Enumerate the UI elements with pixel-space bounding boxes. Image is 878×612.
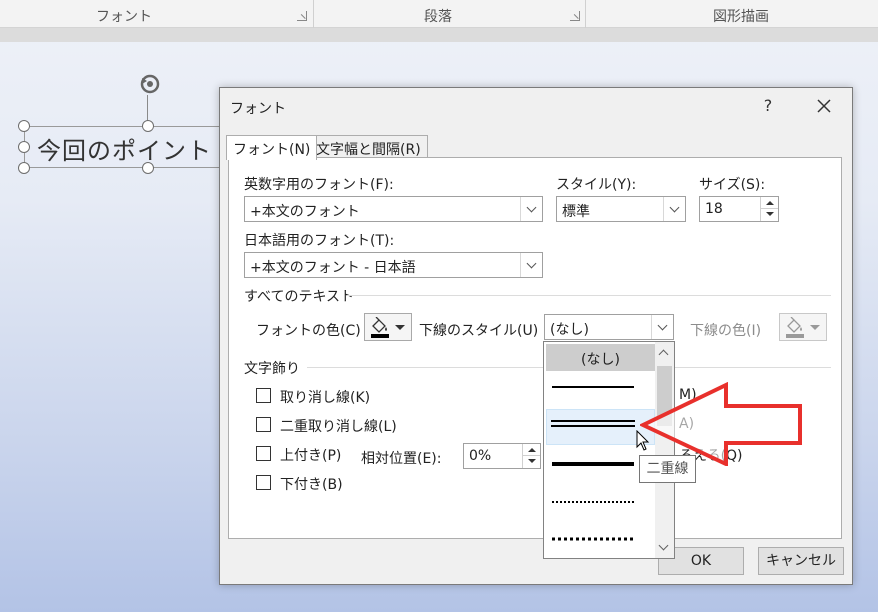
size-spinner[interactable]: 18 — [699, 196, 779, 222]
offset-spin-buttons — [522, 444, 540, 468]
subscript-checkbox[interactable] — [256, 475, 271, 490]
slide-text-box[interactable]: 今回のポイント — [24, 126, 220, 168]
dropdown-arrow-icon — [395, 325, 405, 330]
offset-value[interactable]: 0% — [469, 448, 491, 464]
close-icon[interactable] — [812, 94, 836, 118]
underline-style-value: (なし) — [550, 322, 589, 338]
dialog-title: フォント — [230, 101, 286, 117]
scroll-down-icon[interactable] — [658, 540, 669, 551]
resize-handle[interactable] — [18, 141, 30, 153]
offset-label: 相対位置(E): — [361, 451, 442, 467]
font-color-swatch — [371, 334, 389, 338]
style-label: スタイル(Y): — [556, 177, 637, 193]
underline-option-dotted-heavy[interactable] — [546, 522, 655, 558]
annotation-arrow-icon — [640, 382, 802, 466]
latin-font-label: 英数字用のフォント(F): — [244, 177, 394, 193]
all-text-heading: すべてのテキスト — [244, 289, 355, 305]
asian-font-label: 日本語用のフォント(T): — [244, 233, 395, 249]
underline-style-combo[interactable]: (なし) — [544, 314, 674, 340]
heavy-dotted-line-icon — [552, 537, 634, 541]
font-dialog-launcher-icon[interactable] — [297, 11, 307, 21]
underline-option-none[interactable]: (なし) — [546, 344, 655, 371]
chevron-down-icon[interactable] — [520, 253, 542, 277]
asian-font-combo[interactable]: +本文のフォント - 日本語 — [244, 252, 543, 278]
tab-panel: 英数字用のフォント(F): +本文のフォント スタイル(Y): 標準 サイズ(S… — [228, 157, 842, 539]
double-strikethrough-checkbox[interactable] — [256, 417, 271, 432]
spin-down-icon[interactable] — [523, 456, 540, 468]
strikethrough-label[interactable]: 取り消し線(K) — [280, 387, 370, 407]
size-spin-buttons — [760, 197, 778, 221]
chevron-down-icon[interactable] — [651, 315, 673, 339]
underline-color-label: 下線の色(I) — [690, 323, 762, 339]
chevron-down-icon[interactable] — [663, 197, 685, 221]
ribbon-bottom-bar — [0, 28, 878, 42]
double-strikethrough-label[interactable]: 二重取り消し線(L) — [280, 416, 397, 436]
resize-handle[interactable] — [142, 162, 154, 174]
ribbon-group-paragraph: 段落 — [424, 9, 452, 25]
underline-option-dotted[interactable] — [546, 485, 655, 521]
paragraph-dialog-launcher-icon[interactable] — [570, 11, 580, 21]
cancel-button[interactable]: キャンセル — [758, 547, 844, 575]
rotate-handle-icon[interactable] — [136, 70, 164, 98]
font-color-label: フォントの色(C) — [256, 323, 361, 339]
underline-option-none-label: (なし) — [581, 352, 620, 368]
style-value: 標準 — [562, 204, 590, 220]
subscript-label[interactable]: 下付き(B) — [280, 474, 343, 494]
asian-font-value: +本文のフォント - 日本語 — [250, 260, 416, 276]
resize-handle[interactable] — [18, 120, 30, 132]
divider — [347, 295, 831, 296]
dropdown-arrow-icon — [810, 325, 820, 330]
offset-spinner[interactable]: 0% — [463, 443, 541, 469]
paint-bucket-icon — [372, 317, 387, 333]
underline-style-label: 下線のスタイル(U) — [419, 323, 539, 339]
font-dialog: フォント ? フォント(N) 文字幅と間隔(R) 英数字用のフォント(F): +… — [219, 87, 853, 585]
ribbon-group-drawing: 図形描画 — [713, 9, 769, 25]
text-box-content[interactable]: 今回のポイント — [37, 131, 212, 166]
style-combo[interactable]: 標準 — [556, 196, 686, 222]
underline-option-single[interactable] — [546, 371, 655, 407]
spin-down-icon[interactable] — [761, 209, 778, 221]
single-line-icon — [552, 386, 634, 388]
scroll-up-icon[interactable] — [658, 349, 669, 360]
ribbon-separator — [585, 0, 586, 28]
font-color-button[interactable] — [364, 313, 412, 341]
resize-handle[interactable] — [142, 120, 154, 132]
underline-color-swatch — [786, 334, 804, 338]
dotted-line-icon — [552, 501, 634, 503]
superscript-checkbox[interactable] — [256, 446, 271, 461]
paint-bucket-icon — [787, 317, 802, 333]
underline-color-button[interactable] — [779, 313, 827, 341]
ribbon: フォント 段落 図形描画 — [0, 0, 878, 28]
resize-handle[interactable] — [18, 162, 30, 174]
chevron-down-icon[interactable] — [520, 197, 542, 221]
ribbon-separator — [313, 0, 314, 28]
effects-heading: 文字飾り — [244, 361, 300, 377]
help-button[interactable]: ? — [758, 94, 778, 118]
size-label: サイズ(S): — [699, 177, 766, 193]
latin-font-combo[interactable]: +本文のフォント — [244, 196, 543, 222]
size-value[interactable]: 18 — [705, 201, 723, 217]
tab-font[interactable]: フォント(N) — [226, 135, 318, 160]
tab-character-spacing[interactable]: 文字幅と間隔(R) — [309, 135, 428, 158]
spin-up-icon[interactable] — [761, 197, 778, 209]
latin-font-value: +本文のフォント — [250, 204, 360, 220]
ribbon-group-font: フォント — [96, 9, 152, 25]
superscript-label[interactable]: 上付き(P) — [280, 445, 341, 465]
spin-up-icon[interactable] — [523, 444, 540, 456]
strikethrough-checkbox[interactable] — [256, 388, 271, 403]
